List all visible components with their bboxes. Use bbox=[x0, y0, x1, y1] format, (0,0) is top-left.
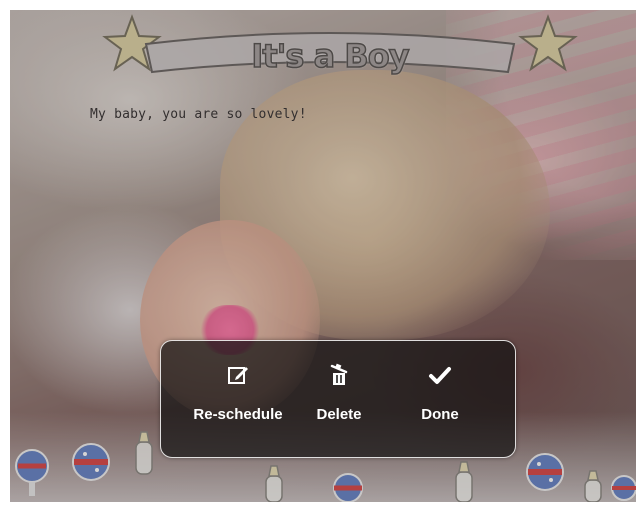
action-menu: Re-schedule Delete Done bbox=[160, 340, 516, 458]
edit-icon bbox=[228, 367, 248, 384]
reschedule-button[interactable]: Re-schedule bbox=[188, 341, 288, 457]
trash-icon bbox=[330, 363, 348, 385]
photo-frame-screen: It's a Boy My baby, you are so lovely! R… bbox=[10, 10, 636, 502]
delete-label: Delete bbox=[316, 406, 362, 423]
delete-button[interactable]: Delete bbox=[289, 341, 389, 457]
reschedule-label: Re-schedule bbox=[193, 406, 283, 423]
done-label: Done bbox=[421, 406, 459, 423]
checkmark-icon bbox=[429, 367, 451, 384]
done-button[interactable]: Done bbox=[390, 341, 490, 457]
